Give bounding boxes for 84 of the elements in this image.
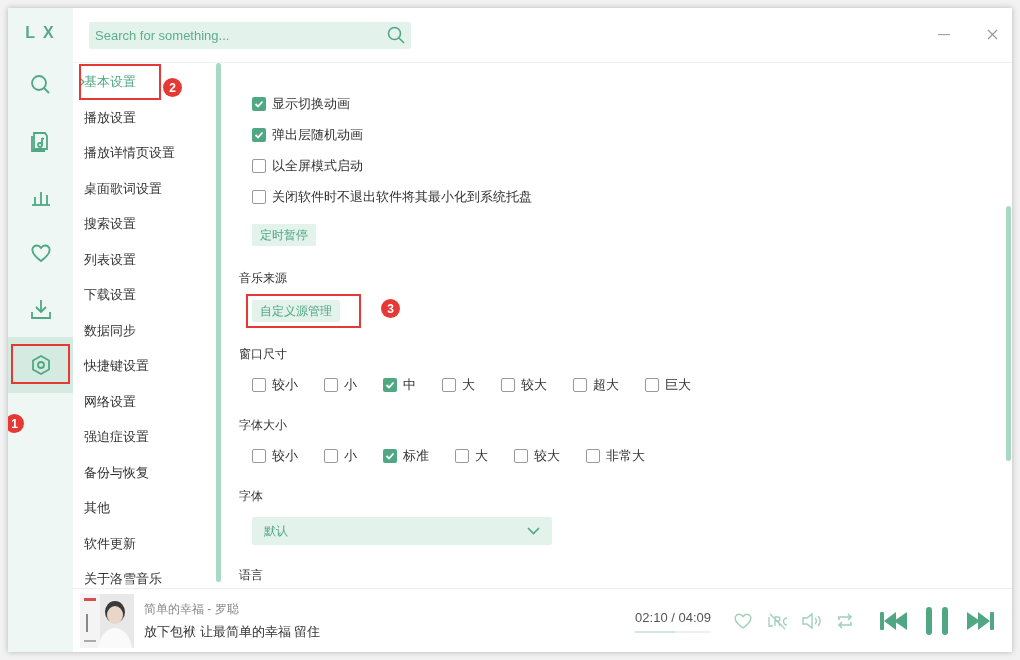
nav-item[interactable]: 列表设置 bbox=[84, 249, 136, 269]
close-icon[interactable] bbox=[987, 28, 998, 40]
nav-item[interactable]: 备份与恢复 bbox=[84, 462, 149, 482]
option-label: 标准 bbox=[403, 447, 429, 466]
checkbox-label: 以全屏模式启动 bbox=[272, 156, 363, 175]
nav-item[interactable]: 数据同步 bbox=[84, 320, 136, 340]
scrollbar[interactable] bbox=[216, 63, 221, 582]
check-icon bbox=[385, 451, 395, 461]
checkbox[interactable] bbox=[252, 158, 266, 173]
checkbox[interactable] bbox=[324, 378, 338, 392]
checkbox-label: 显示切换动画 bbox=[272, 94, 350, 113]
play-time: 02:10 / 04:09 bbox=[635, 609, 711, 628]
highlight-box bbox=[11, 344, 70, 384]
section-heading: 字体大小 bbox=[239, 417, 288, 434]
search-icon bbox=[29, 74, 52, 96]
nav-item[interactable]: 快捷键设置 bbox=[84, 356, 149, 376]
callout-badge: 1 bbox=[8, 414, 24, 433]
nav-item[interactable]: 网络设置 bbox=[84, 391, 136, 411]
checkbox[interactable] bbox=[252, 127, 266, 142]
option-label: 较大 bbox=[521, 376, 547, 395]
section-heading: 字体 bbox=[239, 488, 264, 505]
previous-icon[interactable] bbox=[880, 611, 908, 630]
checkbox[interactable] bbox=[573, 378, 587, 392]
minimize-icon[interactable] bbox=[938, 34, 950, 36]
nav-item[interactable]: 下载设置 bbox=[84, 285, 136, 305]
option-label: 大 bbox=[475, 447, 488, 466]
checkbox[interactable] bbox=[645, 378, 659, 392]
nav-item[interactable]: 其他 bbox=[84, 498, 110, 518]
checkbox-label: 弹出层随机动画 bbox=[272, 125, 363, 144]
heart-icon bbox=[29, 242, 52, 264]
nav-item[interactable]: 播放设置 bbox=[84, 107, 136, 127]
checkbox[interactable] bbox=[455, 449, 469, 463]
option-label: 较小 bbox=[272, 376, 298, 395]
nav-item[interactable]: 关于洛雪音乐 bbox=[84, 569, 162, 589]
heart-icon[interactable] bbox=[733, 611, 753, 630]
option-label: 小 bbox=[344, 447, 357, 466]
repeat-icon[interactable] bbox=[836, 611, 854, 630]
nav-item[interactable]: 软件更新 bbox=[84, 533, 136, 553]
checkbox[interactable] bbox=[442, 378, 456, 392]
option-label: 巨大 bbox=[665, 376, 691, 395]
option-label: 中 bbox=[403, 376, 416, 395]
search-icon[interactable] bbox=[387, 26, 405, 44]
lyric-line: 放下包袱 让最简单的幸福 留住 bbox=[144, 622, 321, 641]
option-label: 大 bbox=[462, 376, 475, 395]
next-icon[interactable] bbox=[966, 611, 994, 630]
lyrics-off-icon[interactable] bbox=[767, 611, 789, 630]
check-icon bbox=[385, 380, 395, 390]
checkbox[interactable] bbox=[324, 449, 338, 463]
checkbox[interactable] bbox=[383, 449, 397, 463]
check-icon bbox=[254, 129, 264, 140]
settings-icon bbox=[29, 354, 52, 376]
option-label: 超大 bbox=[593, 376, 619, 395]
checkbox[interactable] bbox=[383, 378, 397, 392]
check-icon bbox=[254, 98, 264, 109]
option-label: 非常大 bbox=[606, 447, 645, 466]
chevron-icon bbox=[80, 77, 85, 86]
download-icon bbox=[29, 298, 52, 320]
song-title: 简单的幸福 - 罗聪 bbox=[144, 600, 240, 618]
search-field[interactable]: Search for something... bbox=[89, 21, 411, 49]
section-heading: 窗口尺寸 bbox=[239, 346, 288, 363]
section-heading: 语言 bbox=[239, 567, 264, 584]
checkbox[interactable] bbox=[514, 449, 528, 463]
nav-item[interactable]: 播放详情页设置 bbox=[84, 143, 175, 163]
option-label: 小 bbox=[344, 376, 357, 395]
app-logo: L X bbox=[24, 22, 57, 43]
chevron-down-icon bbox=[527, 527, 540, 535]
checkbox[interactable] bbox=[252, 189, 266, 204]
nav-item[interactable]: 搜索设置 bbox=[84, 214, 136, 234]
checkbox[interactable] bbox=[252, 449, 266, 463]
checkbox[interactable] bbox=[501, 378, 515, 392]
pause-icon[interactable] bbox=[925, 606, 949, 635]
scrollbar[interactable] bbox=[1006, 206, 1011, 461]
nav-item[interactable]: 桌面歌词设置 bbox=[84, 178, 162, 198]
checkbox[interactable] bbox=[252, 378, 266, 392]
section-heading: 音乐来源 bbox=[239, 270, 288, 287]
checkbox-label: 关闭软件时不退出软件将其最小化到系统托盘 bbox=[272, 187, 532, 206]
volume-icon[interactable] bbox=[801, 611, 823, 630]
callout-badge: 2 bbox=[163, 78, 182, 97]
nav-item[interactable]: 强迫症设置 bbox=[84, 427, 149, 447]
option-label: 较大 bbox=[534, 447, 560, 466]
callout-badge: 3 bbox=[381, 299, 400, 318]
checkbox[interactable] bbox=[586, 449, 600, 463]
option-label: 较小 bbox=[272, 447, 298, 466]
checkbox[interactable] bbox=[252, 96, 266, 111]
